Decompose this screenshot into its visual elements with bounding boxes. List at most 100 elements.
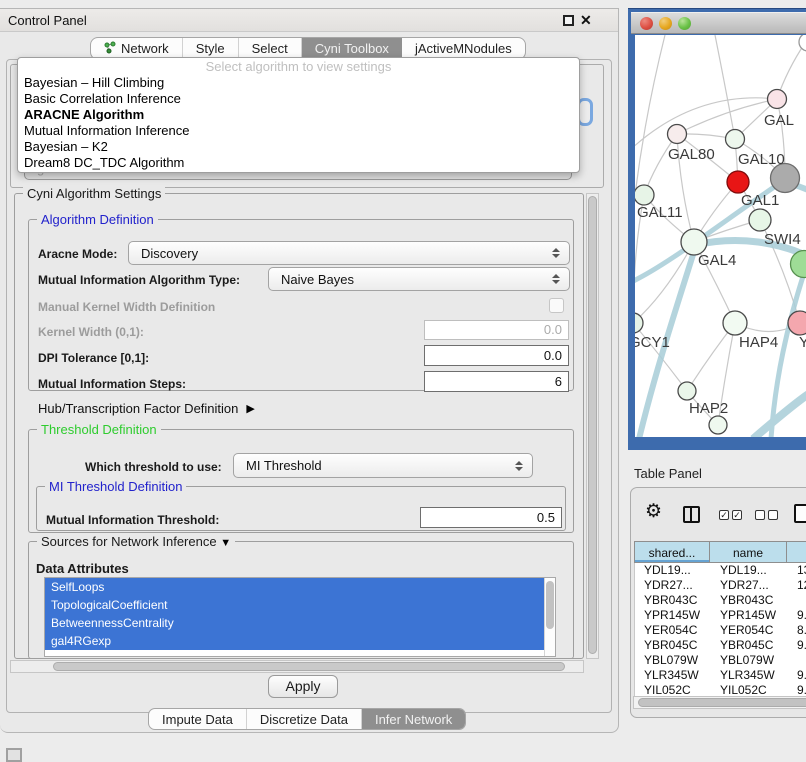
algo-option-bayesian-k2[interactable]: Bayesian – K2: [18, 139, 579, 155]
node-gal10[interactable]: [726, 130, 745, 149]
network-graph: GAL GAL80 GAL10 GAL1 GAL11 SWI4 GAL4 GCY…: [635, 35, 806, 437]
tab-discretize-data[interactable]: Discretize Data: [247, 709, 362, 729]
close-icon[interactable]: ✕: [580, 12, 592, 29]
node-label: HAP2: [689, 400, 728, 417]
column-header-partial[interactable]: A: [787, 541, 806, 563]
algo-option-bayesian-hill-climbing[interactable]: Bayesian – Hill Climbing: [18, 75, 579, 91]
node-gcy1[interactable]: [635, 313, 643, 333]
node-gal-pink[interactable]: [768, 90, 787, 109]
tab-cyni-toolbox[interactable]: Cyni Toolbox: [302, 38, 402, 59]
checked-box-icon: ✓: [732, 510, 742, 520]
table-panel: ⚙ ✓ ✓ shared... name A YDL19...YDL19...1…: [630, 487, 806, 718]
list-item-betweennesscentrality[interactable]: BetweennessCentrality: [45, 614, 544, 632]
network-canvas[interactable]: GAL GAL80 GAL10 GAL1 GAL11 SWI4 GAL4 GCY…: [635, 35, 806, 437]
node-gal80[interactable]: [668, 125, 687, 144]
minimize-traffic-light-icon[interactable]: [659, 17, 672, 30]
close-traffic-light-icon[interactable]: [640, 17, 653, 30]
scrollbar-thumb[interactable]: [588, 196, 597, 654]
table-row[interactable]: YDR27...YDR27...12: [635, 578, 806, 593]
node-unlabeled-bottom[interactable]: [709, 416, 727, 434]
list-item-gal4rgexp[interactable]: gal4RGexp: [45, 632, 544, 650]
algo-option-basic-correlation[interactable]: Basic Correlation Inference: [18, 91, 579, 107]
tab-infer-network[interactable]: Infer Network: [362, 709, 465, 729]
node-label: GAL4: [698, 252, 736, 269]
mi-type-combobox[interactable]: Naive Bayes: [268, 267, 570, 291]
combo-spinner-icon: [552, 248, 560, 258]
algorithm-dropdown-list: Select algorithm to view settings Bayesi…: [17, 57, 580, 173]
column-header-shared-name[interactable]: shared...: [634, 541, 710, 563]
panel-title: Control Panel: [8, 13, 87, 28]
node-label: GAL10: [738, 151, 785, 168]
list-item-topologicalcoefficient[interactable]: TopologicalCoefficient: [45, 596, 544, 614]
table-header-row: shared... name A: [634, 541, 806, 563]
chevron-right-icon: ▶: [246, 402, 254, 415]
scrollbar-thumb[interactable]: [638, 698, 806, 707]
algo-option-mutual-information[interactable]: Mutual Information Inference: [18, 123, 579, 139]
tab-network[interactable]: Network: [91, 38, 183, 59]
column-header-name[interactable]: name: [710, 541, 787, 563]
algo-option-aracne[interactable]: ARACNE Algorithm: [18, 107, 579, 123]
dpi-tolerance-label: DPI Tolerance [0,1]:: [38, 351, 149, 365]
node-green-hub[interactable]: [791, 251, 806, 278]
select-all-columns-icon[interactable]: ✓ ✓: [719, 510, 742, 520]
algo-option-dream8[interactable]: Dream8 DC_TDC Algorithm: [18, 155, 579, 171]
table-row[interactable]: YBR043CYBR043C: [635, 593, 806, 608]
node-hap2[interactable]: [678, 382, 696, 400]
manual-kernel-checkbox[interactable]: [549, 298, 564, 313]
mi-threshold-field[interactable]: 0.5: [420, 507, 562, 528]
network-icon: [104, 41, 116, 57]
kernel-width-field[interactable]: 0.0: [424, 320, 569, 340]
unchecked-box-icon: [755, 510, 765, 520]
table-row[interactable]: YDL19...YDL19...13: [635, 563, 806, 578]
node-unlabeled[interactable]: [799, 35, 806, 51]
page-icon[interactable]: [794, 504, 806, 523]
mi-steps-field[interactable]: 6: [424, 371, 569, 392]
settings-horizontal-scrollbar[interactable]: [10, 660, 584, 673]
tab-style[interactable]: Style: [183, 38, 239, 59]
node-gal11[interactable]: [635, 185, 654, 205]
node-pink-y[interactable]: [788, 311, 806, 335]
control-panel-titlebar: Control Panel ✕: [0, 9, 618, 32]
hub-definition-expander[interactable]: Hub/Transcription Factor Definition ▶: [38, 401, 255, 416]
mi-steps-label: Mutual Information Steps:: [38, 377, 186, 391]
scrollbar-thumb[interactable]: [546, 581, 554, 629]
table-row[interactable]: YBL079WYBL079W: [635, 653, 806, 668]
bottom-tabbar: Impute Data Discretize Data Infer Networ…: [148, 708, 466, 730]
table-row[interactable]: YLR345WYLR345W9.: [635, 668, 806, 683]
mi-threshold-label: Mutual Information Threshold:: [46, 513, 219, 527]
node-label: GAL: [764, 112, 794, 129]
list-scrollbar[interactable]: [544, 578, 555, 656]
column-layout-icon[interactable]: [683, 506, 700, 523]
which-threshold-label: Which threshold to use:: [85, 460, 222, 474]
gear-icon[interactable]: ⚙: [645, 500, 662, 523]
dpi-tolerance-field[interactable]: 0.0: [424, 345, 569, 366]
node-label: SWI4: [764, 231, 801, 248]
docked-panel-icon[interactable]: [6, 748, 22, 762]
apply-button[interactable]: Apply: [268, 675, 338, 698]
zoom-traffic-light-icon[interactable]: [678, 17, 691, 30]
chevron-down-icon: ▼: [220, 537, 231, 549]
group-title: MI Threshold Definition: [45, 479, 186, 494]
tab-select[interactable]: Select: [239, 38, 302, 59]
float-window-icon[interactable]: [563, 15, 574, 26]
node-swi4[interactable]: [749, 209, 771, 231]
which-threshold-combobox[interactable]: MI Threshold: [233, 453, 533, 478]
scrollbar-thumb[interactable]: [53, 662, 565, 671]
group-title: Threshold Definition: [37, 422, 161, 437]
data-attributes-list: SelfLoops TopologicalCoefficient Between…: [44, 577, 556, 657]
unselect-all-columns-icon[interactable]: [755, 510, 778, 520]
table-row[interactable]: YER054CYER054C8.: [635, 623, 806, 638]
node-gal1-selected[interactable]: [727, 171, 749, 193]
sources-expander[interactable]: Sources for Network Inference ▼: [37, 534, 235, 549]
table-row[interactable]: YPR145WYPR145W9.: [635, 608, 806, 623]
list-item-selfloops[interactable]: SelfLoops: [45, 578, 544, 596]
tab-impute-data[interactable]: Impute Data: [149, 709, 247, 729]
table-row[interactable]: YBR045CYBR045C9.: [635, 638, 806, 653]
settings-vertical-scrollbar[interactable]: [586, 193, 599, 659]
tab-jactivemnodules[interactable]: jActiveMNodules: [402, 38, 525, 59]
aracne-mode-combobox[interactable]: Discovery: [128, 241, 570, 265]
manual-kernel-label: Manual Kernel Width Definition: [38, 300, 215, 314]
data-attributes-label: Data Attributes: [36, 561, 129, 576]
node-hap4[interactable]: [723, 311, 747, 335]
table-horizontal-scrollbar[interactable]: [633, 696, 806, 709]
